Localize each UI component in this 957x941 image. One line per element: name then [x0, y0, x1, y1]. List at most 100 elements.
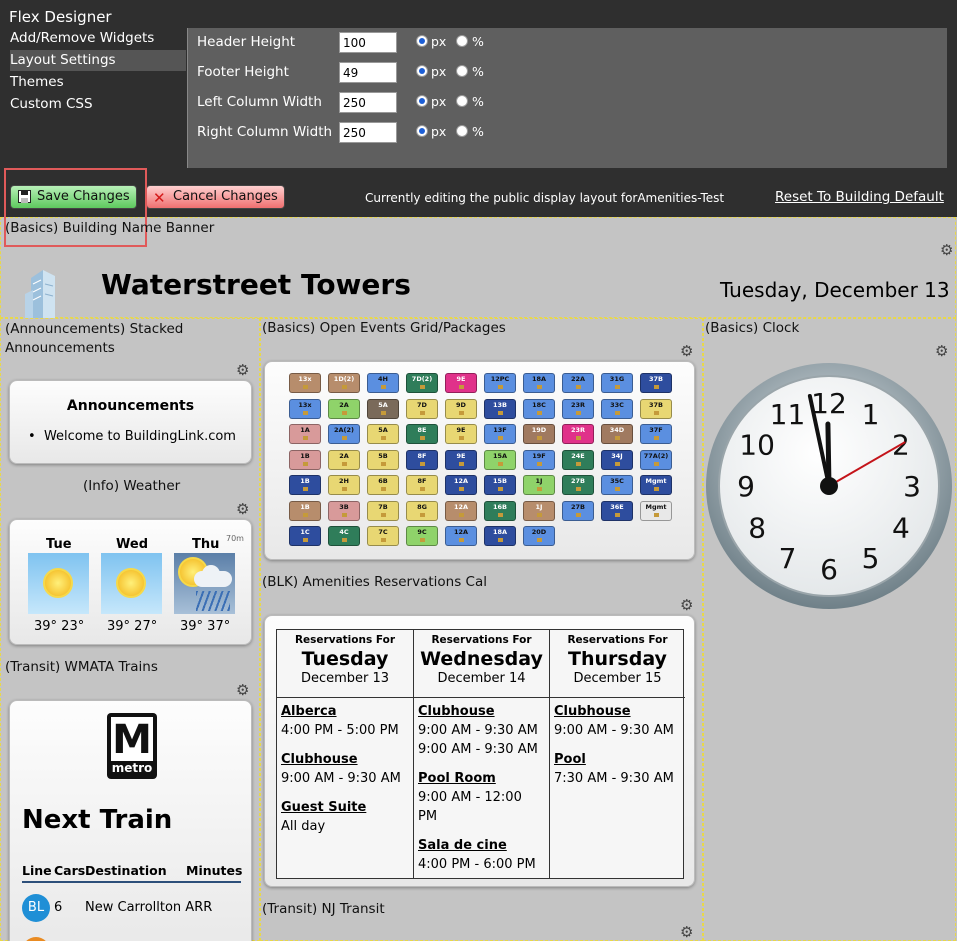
reservation-venue[interactable]: Pool [554, 752, 586, 767]
package-tile[interactable]: 20D [523, 526, 555, 546]
package-tile[interactable]: 7D(2) [406, 373, 438, 393]
package-tile[interactable]: 8F [406, 449, 438, 470]
package-tile[interactable]: 5A [367, 398, 399, 419]
package-tile[interactable]: 1B [289, 475, 321, 495]
package-tile[interactable]: 19F [523, 449, 555, 470]
package-tile[interactable]: 16B [484, 500, 516, 521]
package-tile[interactable]: 27B [562, 475, 594, 495]
unit-percent-radio[interactable] [456, 125, 468, 137]
package-tile[interactable]: 1B [289, 449, 321, 470]
package-tile[interactable]: 13F [484, 424, 516, 444]
menu-custom-css[interactable]: Custom CSS [10, 94, 186, 115]
unit-px-radio[interactable] [416, 35, 428, 47]
gear-icon[interactable]: ⚙ [236, 361, 249, 379]
package-tile[interactable]: 9E [445, 449, 477, 470]
gear-icon[interactable]: ⚙ [940, 241, 953, 259]
reservation-venue[interactable]: Pool Room [418, 771, 496, 786]
package-tile[interactable]: 2A [328, 398, 360, 419]
reset-to-default-link[interactable]: Reset To Building Default [775, 189, 944, 205]
package-tile[interactable]: 3B [328, 500, 360, 521]
package-tile[interactable]: 6B [367, 475, 399, 495]
reservation-venue[interactable]: Clubhouse [554, 704, 631, 719]
package-tile[interactable]: 12PC [484, 373, 516, 393]
package-tile[interactable]: 7D [406, 398, 438, 419]
package-tile[interactable]: 18C [523, 398, 555, 419]
reservation-venue[interactable]: Guest Suite [281, 800, 366, 815]
package-tile[interactable]: 1A [289, 424, 321, 444]
setting-value-input[interactable] [339, 122, 397, 143]
package-tile[interactable]: 2A [328, 449, 360, 470]
package-tile[interactable]: 33C [601, 398, 633, 419]
package-tile[interactable]: 13x [289, 373, 321, 393]
setting-value-input[interactable] [339, 32, 397, 53]
package-tile[interactable]: 15A [484, 449, 516, 470]
package-tile[interactable]: Mgmt [640, 475, 672, 495]
package-tile[interactable]: 7B [367, 500, 399, 521]
package-tile[interactable]: 1D(2) [328, 373, 360, 393]
package-tile[interactable]: 1J [523, 475, 555, 495]
unit-px-radio[interactable] [416, 95, 428, 107]
setting-value-input[interactable] [339, 62, 397, 83]
package-tile[interactable]: Mgmt [640, 500, 672, 521]
package-tile[interactable]: 1B [289, 500, 321, 521]
unit-px-radio[interactable] [416, 65, 428, 77]
menu-add-remove-widgets[interactable]: Add/Remove Widgets [10, 28, 186, 49]
package-tile[interactable]: 37B [640, 398, 672, 419]
package-tile[interactable]: 9D [445, 398, 477, 419]
package-tile[interactable]: 4H [367, 373, 399, 393]
reservation-venue[interactable]: Alberca [281, 704, 337, 719]
gear-icon[interactable]: ⚙ [236, 500, 249, 518]
package-tile[interactable]: 18A [523, 373, 555, 393]
package-tile[interactable]: 12A [445, 526, 477, 546]
unit-percent-radio[interactable] [456, 95, 468, 107]
package-tile[interactable]: 22A [562, 373, 594, 393]
cancel-button[interactable]: ✕ Cancel Changes [146, 185, 285, 209]
reservation-venue[interactable]: Sala de cine [418, 838, 507, 853]
package-tile[interactable]: 34D [601, 424, 633, 444]
package-tile[interactable]: 12A [445, 475, 477, 495]
menu-themes[interactable]: Themes [10, 72, 186, 93]
gear-icon[interactable]: ⚙ [680, 923, 693, 941]
package-tile[interactable]: 27B [562, 500, 594, 521]
reservation-venue[interactable]: Clubhouse [281, 752, 358, 767]
package-tile[interactable]: 8E [406, 424, 438, 444]
package-tile[interactable]: 5A [367, 424, 399, 444]
menu-layout-settings[interactable]: Layout Settings [10, 50, 186, 71]
unit-percent-radio[interactable] [456, 65, 468, 77]
package-tile[interactable]: 24E [562, 449, 594, 470]
gear-icon[interactable]: ⚙ [935, 342, 948, 360]
package-tile[interactable]: 36E [601, 500, 633, 521]
gear-icon[interactable]: ⚙ [680, 596, 693, 614]
package-tile[interactable]: 37B [640, 373, 672, 393]
package-tile[interactable]: 77A(2) [640, 449, 672, 470]
package-tile[interactable]: 9C [406, 526, 438, 546]
unit-px-radio[interactable] [416, 125, 428, 137]
package-tile[interactable]: 19D [523, 424, 555, 444]
package-tile[interactable]: 23R [562, 424, 594, 444]
reservation-venue[interactable]: Clubhouse [418, 704, 495, 719]
package-tile[interactable]: 1J [523, 500, 555, 521]
package-tile[interactable]: 8G [406, 500, 438, 521]
setting-value-input[interactable] [339, 92, 397, 113]
package-tile[interactable]: 7C [367, 526, 399, 546]
package-tile[interactable]: 5B [367, 449, 399, 470]
package-tile[interactable]: 9E [445, 424, 477, 444]
package-tile[interactable]: 12A [445, 500, 477, 521]
unit-percent-radio[interactable] [456, 35, 468, 47]
package-tile[interactable]: 23R [562, 398, 594, 419]
package-tile[interactable]: 1C [289, 526, 321, 546]
package-tile[interactable]: 13x [289, 398, 321, 419]
package-tile[interactable]: 37F [640, 424, 672, 444]
package-tile[interactable]: 13B [484, 398, 516, 419]
package-tile[interactable]: 9E [445, 373, 477, 393]
package-tile[interactable]: 8F [406, 475, 438, 495]
gear-icon[interactable]: ⚙ [236, 681, 249, 699]
package-tile[interactable]: 35C [601, 475, 633, 495]
package-tile[interactable]: 34J [601, 449, 633, 470]
package-tile[interactable]: 15B [484, 475, 516, 495]
package-tile[interactable]: 4C [328, 526, 360, 546]
gear-icon[interactable]: ⚙ [680, 342, 693, 360]
package-tile[interactable]: 2H [328, 475, 360, 495]
package-tile[interactable]: 18A [484, 526, 516, 546]
package-tile[interactable]: 2A(2) [328, 424, 360, 444]
